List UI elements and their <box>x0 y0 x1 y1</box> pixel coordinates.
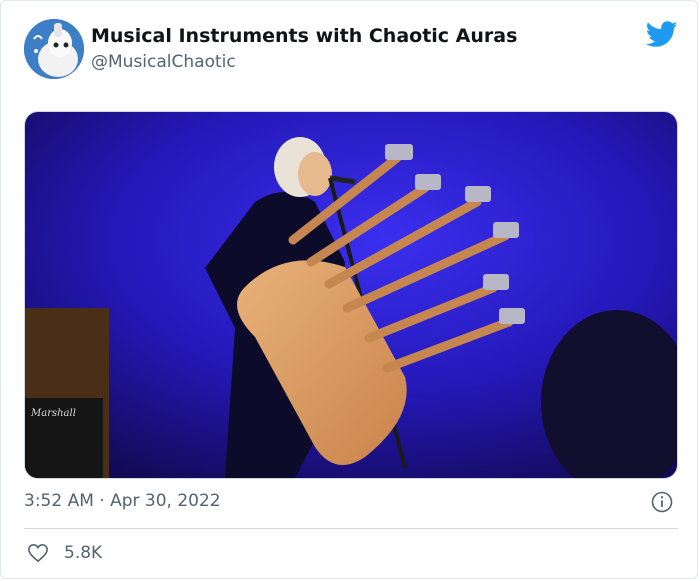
profile-avatar[interactable] <box>24 19 84 79</box>
tweet-card: Musical Instruments with Chaotic Auras @… <box>0 0 698 579</box>
user-handle[interactable]: @MusicalChaotic <box>91 52 236 72</box>
info-circle-icon[interactable] <box>651 491 673 513</box>
tweet-media-photo[interactable]: Marshall <box>24 111 678 479</box>
heart-outline-icon[interactable] <box>27 543 49 563</box>
like-count[interactable]: 5.8K <box>64 543 102 563</box>
display-name[interactable]: Musical Instruments with Chaotic Auras <box>91 25 517 47</box>
tweet-timestamp[interactable]: 3:52 AM · Apr 30, 2022 <box>24 491 221 511</box>
avatar-icon <box>24 19 84 79</box>
amp-logo: Marshall <box>30 408 76 419</box>
divider <box>24 528 678 529</box>
twitter-bird-icon[interactable] <box>645 21 678 48</box>
